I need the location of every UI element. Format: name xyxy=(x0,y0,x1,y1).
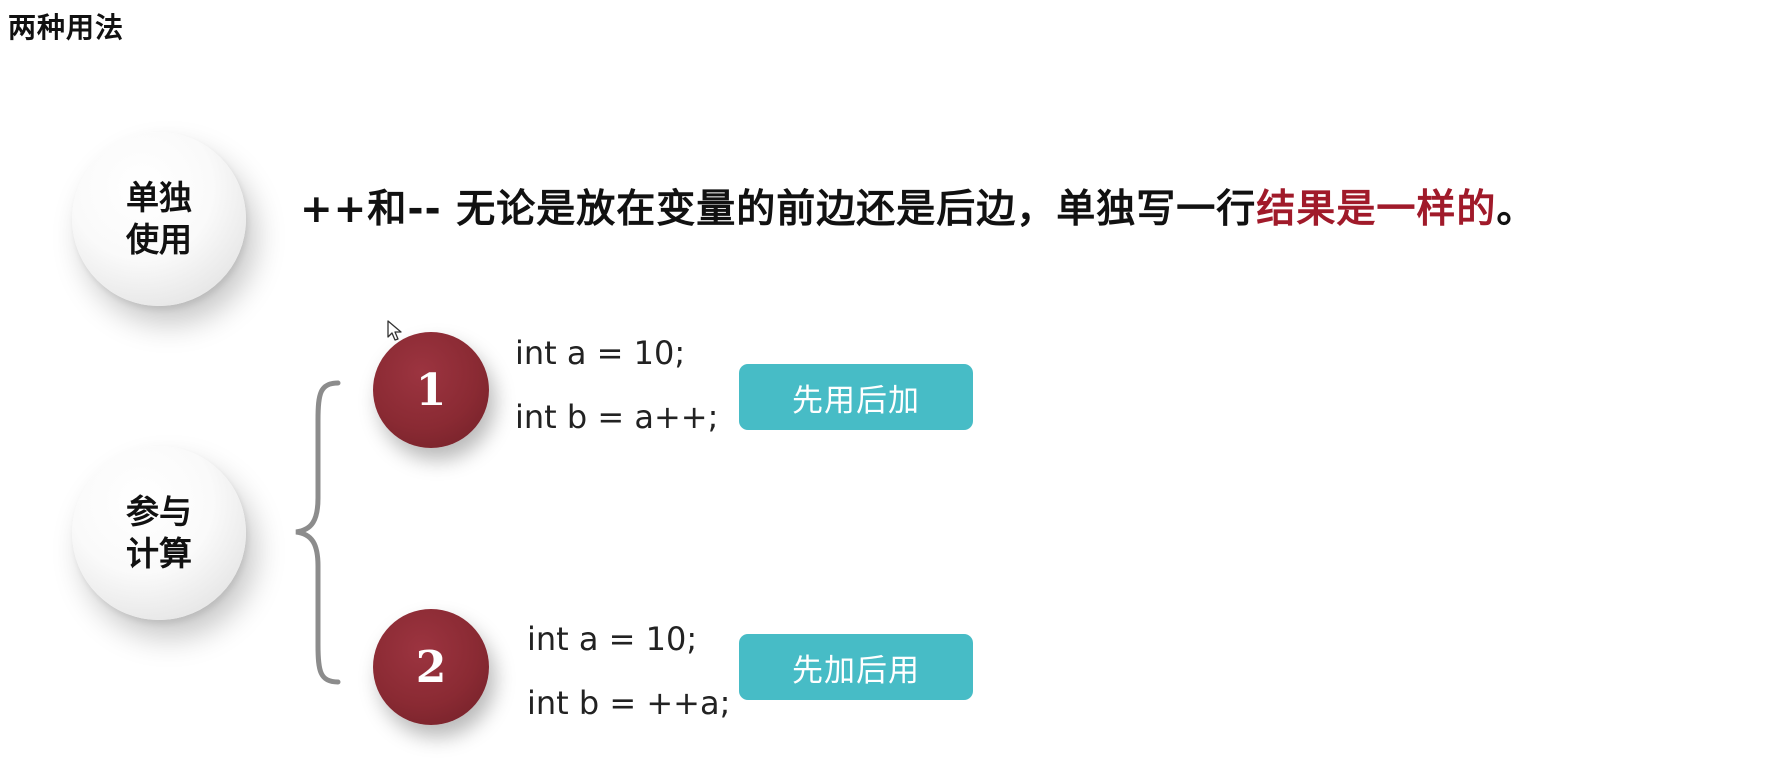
statement-suffix: 。 xyxy=(1496,187,1537,232)
statement-prefix: ++和-- 无论是放在变量的前边还是后边，单独写一行 xyxy=(300,187,1257,232)
mouse-pointer-icon xyxy=(387,320,402,341)
statement-highlight: 结果是一样的 xyxy=(1256,187,1497,232)
case-2-code-line-2: int b = ++a; xyxy=(527,684,731,722)
case-2-tag: 先加后用 xyxy=(739,634,973,700)
case-2-code-line-1: int a = 10; xyxy=(527,620,698,658)
curly-brace-icon xyxy=(295,380,341,685)
case-1-code-line-1: int a = 10; xyxy=(515,334,686,372)
case-1-number-badge: 1 xyxy=(373,332,489,448)
case-2-number-badge: 2 xyxy=(373,609,489,725)
standalone-statement: ++和-- 无论是放在变量的前边还是后边，单独写一行结果是一样的。 xyxy=(300,178,1536,234)
case-1-tag: 先用后加 xyxy=(739,364,973,430)
in-expression-label: 参与计算 xyxy=(126,492,192,573)
in-expression-sphere: 参与计算 xyxy=(72,446,246,620)
standalone-label: 单独使用 xyxy=(126,178,192,259)
case-1-code-line-2: int b = a++; xyxy=(515,398,719,436)
standalone-sphere: 单独使用 xyxy=(72,132,246,306)
page-title: 两种用法 xyxy=(8,11,125,44)
